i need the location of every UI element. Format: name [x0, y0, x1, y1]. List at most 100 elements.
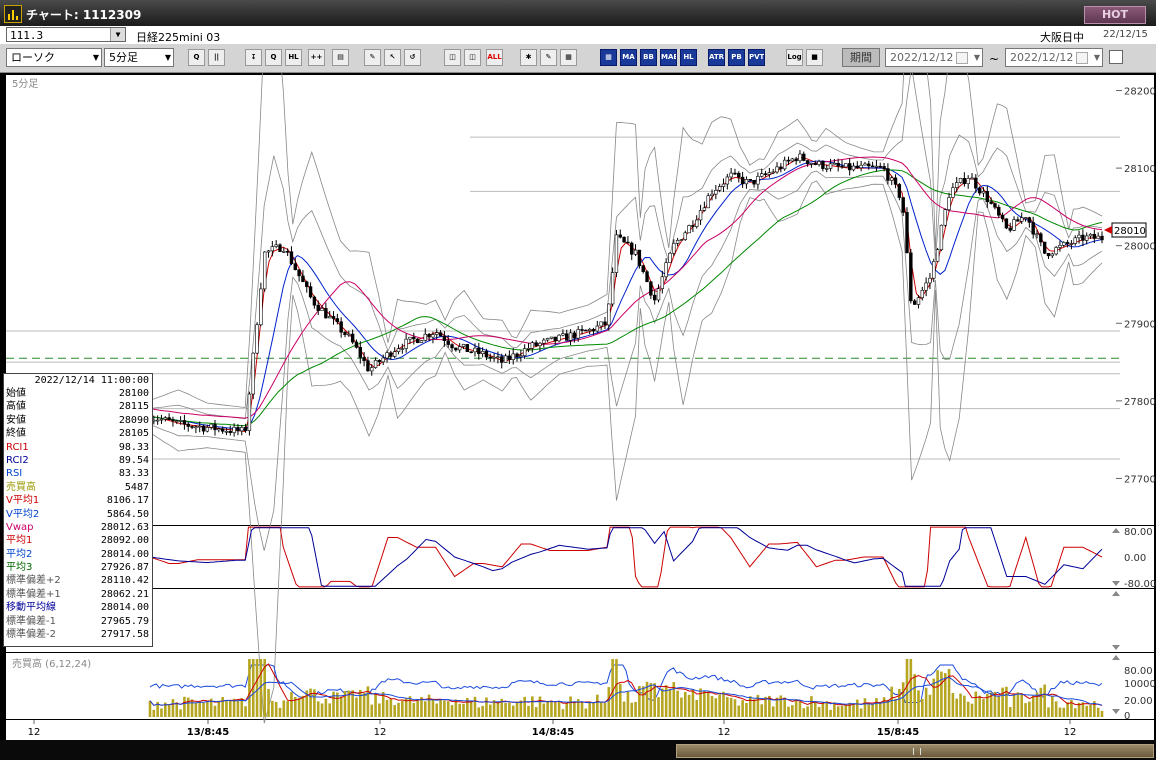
toolbar-button-12[interactable]: ◫	[464, 49, 481, 66]
candle-body	[266, 250, 271, 253]
toolbar-button-9[interactable]: ↖	[384, 49, 401, 66]
chevron-down-icon[interactable]: ▼	[1094, 49, 1100, 66]
toolbar-button-8[interactable]: ✎	[364, 49, 381, 66]
volume-bar	[718, 694, 721, 717]
toolbar-button-3[interactable]: ↧	[245, 49, 262, 66]
volume-bar	[783, 697, 786, 717]
candle-body	[465, 344, 470, 353]
info-value: 28014.00	[100, 602, 149, 614]
volume-bar	[771, 706, 775, 717]
toolbar-button-1[interactable]: Q	[188, 49, 205, 66]
hot-button[interactable]: HOT	[1084, 6, 1146, 24]
volume-bar	[194, 703, 198, 717]
candle-body	[916, 297, 921, 305]
candle-body	[997, 206, 1001, 216]
time-axis	[6, 720, 1154, 740]
candle-body	[584, 329, 588, 332]
volume-bar	[695, 700, 699, 717]
volume-bar	[852, 703, 855, 717]
date-from-input[interactable]: 2022/12/12 ▼	[885, 48, 983, 67]
candle-body	[828, 163, 833, 169]
chart-type-select[interactable]: ローソク ▼	[6, 48, 102, 67]
volume-bar	[592, 702, 595, 717]
candle-body	[220, 428, 225, 432]
volume-bar	[538, 696, 542, 717]
toolbar-button-22[interactable]: ATR	[708, 49, 725, 66]
toolbar-button-6[interactable]: ++	[308, 49, 325, 66]
volume-bar	[301, 695, 305, 717]
candle-body	[427, 333, 431, 338]
volume-bar	[309, 688, 312, 717]
toolbar-button-10[interactable]: ↺	[404, 49, 421, 66]
volume-bar	[370, 704, 374, 717]
candle-body	[928, 277, 932, 284]
toolbar-button-21[interactable]: HL	[680, 49, 697, 66]
volume-bar	[320, 703, 324, 717]
toolbar-button-20[interactable]: MAE	[660, 49, 677, 66]
toolbar-button-17[interactable]: ▦	[600, 49, 617, 66]
period-button[interactable]: 期間	[842, 48, 880, 67]
volume-bar	[573, 702, 576, 717]
toolbar-button-26[interactable]: ■	[806, 49, 823, 66]
volume-bar	[228, 699, 232, 717]
chevron-down-icon: ▼	[92, 53, 99, 62]
candle-body	[706, 195, 710, 209]
candle-body	[1058, 244, 1062, 248]
candle-body	[1039, 233, 1043, 243]
price-chart[interactable]: 5分足 売買高 (6,12,24) 28010 28200 28100 28000 2…	[0, 73, 1156, 740]
candle-body	[802, 153, 806, 161]
volume-bar	[508, 702, 511, 717]
toolbar-button-15[interactable]: ✎	[540, 49, 557, 66]
rci-tick-label: 80.00	[1124, 527, 1153, 538]
candle-body	[595, 325, 600, 332]
chevron-down-icon[interactable]: ▼	[974, 49, 980, 66]
candle-body	[970, 177, 974, 180]
toolbar-button-18[interactable]: MA	[620, 49, 637, 66]
volume-bar	[401, 700, 404, 717]
volume-bar	[515, 701, 519, 717]
toolbar-button-25[interactable]: Log	[786, 49, 803, 66]
candle-body	[935, 249, 940, 262]
candle-body	[198, 425, 202, 428]
volume-bar	[469, 701, 473, 717]
toolbar-button-11[interactable]: ◫	[444, 49, 461, 66]
time-label: 15/8:45	[877, 727, 919, 738]
info-label: RSI	[6, 468, 23, 480]
candle-body	[415, 338, 420, 343]
candle-body	[951, 187, 955, 198]
volume-bar	[626, 691, 630, 717]
toolbar-button-7[interactable]: ▤	[332, 49, 349, 66]
range-checkbox[interactable]	[1109, 50, 1123, 64]
toolbar-button-13[interactable]: ALL	[486, 49, 503, 66]
volume-bar	[1085, 705, 1089, 717]
volume-bar	[714, 698, 718, 717]
calendar-icon[interactable]	[956, 52, 968, 64]
candle-body	[851, 165, 856, 171]
toolbar-button-4[interactable]: Q	[265, 49, 282, 66]
volume-bar	[446, 701, 450, 717]
volume-bar	[160, 708, 163, 717]
calendar-icon[interactable]	[1076, 52, 1088, 64]
toolbar-button-2[interactable]: ||	[208, 49, 225, 66]
candle-body	[962, 178, 967, 185]
candle-body	[847, 163, 852, 171]
volume-bar	[710, 696, 714, 717]
toolbar-button-14[interactable]: ✱	[520, 49, 537, 66]
candle-body	[209, 423, 213, 428]
chevron-down-icon[interactable]: ▼	[110, 28, 125, 41]
scrollbar-thumb[interactable]	[676, 744, 1154, 758]
candle-body	[1100, 235, 1104, 241]
toolbar-button-5[interactable]: HL	[285, 49, 302, 66]
candle-body	[335, 318, 340, 323]
toolbar-button-16[interactable]: ▦	[560, 49, 577, 66]
candle-body	[247, 393, 252, 431]
toolbar-button-24[interactable]: PVT	[748, 49, 765, 66]
toolbar-button-23[interactable]: PB	[728, 49, 745, 66]
info-row: 標準偏差-1 27965.79	[4, 615, 152, 628]
toolbar-button-19[interactable]: BB	[640, 49, 657, 66]
candle-body	[530, 342, 535, 349]
date-to-input[interactable]: 2022/12/12 ▼	[1005, 48, 1103, 67]
interval-select[interactable]: 5分足 ▼	[104, 48, 174, 67]
code-input[interactable]: 111.3 ▼	[6, 27, 126, 42]
candle-body	[557, 334, 561, 342]
